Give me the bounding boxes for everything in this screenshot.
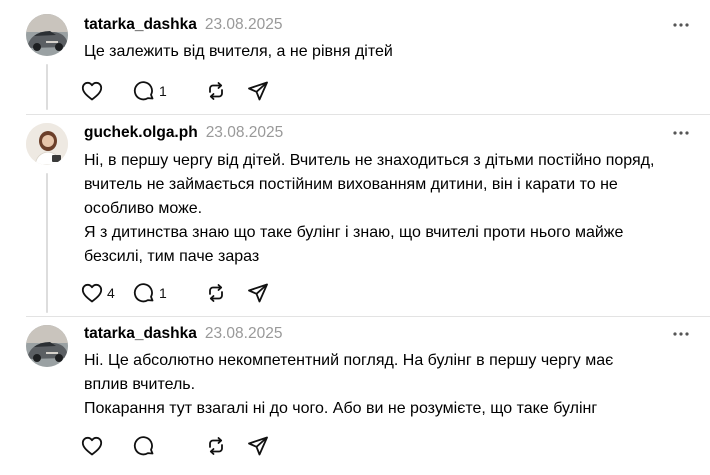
username[interactable]: guchek.olga.ph: [84, 124, 198, 142]
thread-line: [46, 64, 48, 110]
more-dots-icon[interactable]: [672, 16, 690, 34]
text-line: вчитель не займається постійним вихованн…: [84, 176, 618, 193]
username[interactable]: tatarka_dashka: [84, 325, 197, 343]
heart-icon: [81, 283, 103, 303]
reply-button[interactable]: 1: [132, 279, 204, 307]
post-text: Це залежить від вчителя, а не рівня діте…: [84, 40, 684, 64]
reply-count: 1: [159, 285, 167, 301]
more-dots-icon[interactable]: [672, 124, 690, 142]
reply-count: 1: [159, 83, 167, 99]
like-button[interactable]: [80, 432, 132, 460]
divider: [26, 316, 710, 317]
text-line: особливо може.: [84, 200, 203, 217]
text-line: Ні. Це абсолютно некомпетентний погляд. …: [84, 352, 614, 369]
post-date[interactable]: 23.08.2025: [206, 124, 284, 142]
text-line: безсилі, тим паче зараз: [84, 248, 260, 265]
avatar[interactable]: [26, 14, 68, 56]
reply-button[interactable]: [132, 432, 204, 460]
post-date[interactable]: 23.08.2025: [205, 325, 283, 343]
repost-button[interactable]: [204, 279, 246, 307]
share-button[interactable]: [246, 77, 270, 105]
send-icon: [248, 81, 268, 101]
share-button[interactable]: [246, 432, 270, 460]
text-line: Це залежить від вчителя, а не рівня діте…: [84, 43, 393, 60]
repost-icon: [209, 437, 223, 455]
post-header: guchek.olga.ph 23.08.2025: [84, 122, 283, 144]
post-text: Ні, в першу чергу від дітей. Вчитель не …: [84, 149, 684, 269]
more-dots-icon[interactable]: [672, 325, 690, 343]
text-line: Покарання тут взагалі ні до чого. Або ви…: [84, 400, 598, 417]
send-icon: [248, 283, 268, 303]
repost-icon: [209, 284, 223, 302]
share-button[interactable]: [246, 279, 270, 307]
text-line: Я з дитинства знаю що таке булінг і знаю…: [84, 224, 624, 241]
like-count: 4: [107, 285, 115, 301]
text-line: Ні, в першу чергу від дітей. Вчитель не …: [84, 152, 655, 169]
heart-icon: [81, 81, 103, 101]
send-icon: [248, 436, 268, 456]
repost-button[interactable]: [204, 432, 246, 460]
repost-button[interactable]: [204, 77, 246, 105]
post-text: Ні. Це абсолютно некомпетентний погляд. …: [84, 349, 684, 421]
reply-button[interactable]: 1: [132, 77, 204, 105]
avatar[interactable]: [26, 325, 68, 367]
post-header: tatarka_dashka 23.08.2025: [84, 323, 282, 345]
action-bar: [80, 432, 270, 460]
repost-icon: [209, 82, 223, 100]
comment-icon: [133, 436, 154, 456]
action-bar: 1: [80, 77, 270, 105]
comment-icon: [133, 81, 154, 101]
action-bar: 4 1: [80, 279, 270, 307]
comment-icon: [133, 283, 154, 303]
heart-icon: [81, 436, 103, 456]
text-line: вплив вчитель.: [84, 376, 196, 393]
post-date[interactable]: 23.08.2025: [205, 16, 283, 34]
like-button[interactable]: 4: [80, 279, 132, 307]
divider: [26, 114, 710, 115]
avatar[interactable]: [26, 123, 68, 165]
post-header: tatarka_dashka 23.08.2025: [84, 14, 282, 36]
like-button[interactable]: [80, 77, 132, 105]
username[interactable]: tatarka_dashka: [84, 16, 197, 34]
thread-line: [46, 173, 48, 313]
